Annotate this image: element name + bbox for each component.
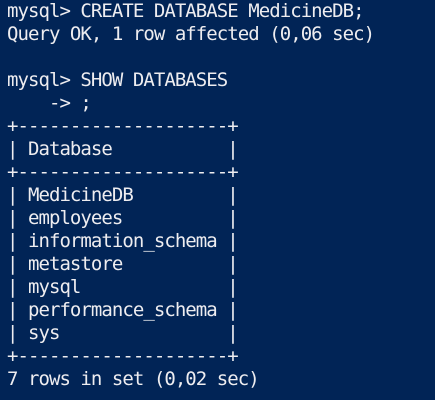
command-show-databases: mysql> SHOW DATABASES	[7, 69, 228, 91]
table-border-top: +--------------------+	[7, 115, 239, 137]
table-row: | MedicineDB |	[7, 184, 239, 206]
terminal-window[interactable]: mysql> CREATE DATABASE MedicineDB; Query…	[0, 0, 435, 400]
table-row: | employees |	[7, 207, 239, 229]
command-create-database: mysql> CREATE DATABASE MedicineDB;	[7, 0, 365, 22]
table-border-header: +--------------------+	[7, 161, 239, 183]
table-row: | information_schema |	[7, 230, 239, 252]
table-row: | sys |	[7, 322, 239, 344]
table-row: | metastore |	[7, 253, 239, 275]
table-row: | mysql |	[7, 276, 239, 298]
table-row: | performance_schema |	[7, 299, 239, 321]
table-border-bottom: +--------------------+	[7, 345, 239, 367]
table-header: | Database |	[7, 138, 239, 160]
query-result-show: 7 rows in set (0,02 sec)	[7, 368, 260, 390]
command-continuation: -> ;	[7, 92, 92, 114]
query-result-create: Query OK, 1 row affected (0,06 sec)	[7, 23, 375, 45]
